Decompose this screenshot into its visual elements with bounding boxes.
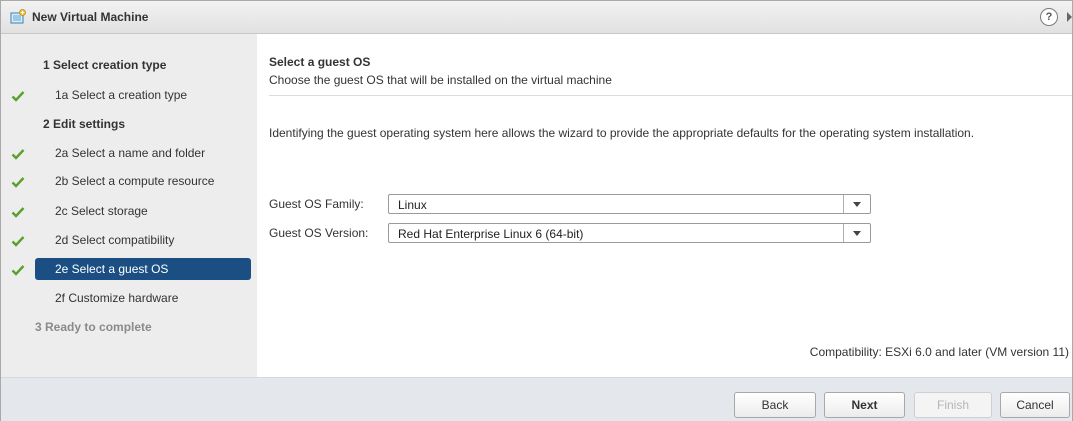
step-2d-select-compatibility[interactable]: 2d Select compatibility — [35, 229, 251, 251]
dialog-footer: Back Next Finish Cancel — [1, 377, 1072, 421]
intro-text: Identifying the guest operating system h… — [269, 126, 975, 140]
dialog-titlebar: New Virtual Machine ? — [1, 1, 1072, 34]
page-title: Select a guest OS — [269, 55, 371, 69]
guest-os-version-label: Guest OS Version: — [269, 226, 369, 240]
step-2e-select-guest-os[interactable]: 2e Select a guest OS — [35, 258, 251, 280]
new-vm-dialog: New Virtual Machine ? 1 Select creation … — [0, 0, 1073, 421]
wizard-content: Select a guest OS Choose the guest OS th… — [257, 34, 1072, 377]
step-1-select-creation-type[interactable]: 1 Select creation type — [43, 54, 166, 76]
step-2f-customize-hardware[interactable]: 2f Customize hardware — [35, 287, 251, 309]
step-2c-select-storage[interactable]: 2c Select storage — [35, 200, 251, 222]
check-icon — [11, 205, 25, 219]
back-button[interactable]: Back — [734, 392, 816, 418]
page-description: Choose the guest OS that will be install… — [269, 73, 612, 87]
dialog-title: New Virtual Machine — [32, 10, 149, 24]
chevron-down-icon — [853, 202, 861, 207]
step-2-edit-settings[interactable]: 2 Edit settings — [43, 113, 125, 135]
dropdown-button[interactable] — [843, 195, 870, 213]
check-icon — [11, 89, 25, 103]
step-1a-select-creation-type[interactable]: 1a Select a creation type — [35, 84, 251, 106]
guest-os-family-label: Guest OS Family: — [269, 197, 364, 211]
guest-os-family-value: Linux — [398, 198, 427, 212]
dropdown-button[interactable] — [843, 224, 870, 242]
new-vm-icon — [10, 9, 26, 25]
guest-os-family-select[interactable]: Linux — [388, 194, 871, 214]
guest-os-version-select[interactable]: Red Hat Enterprise Linux 6 (64-bit) — [388, 223, 871, 243]
next-button[interactable]: Next — [824, 392, 905, 418]
step-3-ready-to-complete: 3 Ready to complete — [35, 320, 152, 334]
guest-os-version-value: Red Hat Enterprise Linux 6 (64-bit) — [398, 227, 584, 241]
divider — [269, 95, 1072, 96]
check-icon — [11, 175, 25, 189]
help-icon[interactable]: ? — [1040, 8, 1058, 26]
check-icon — [11, 263, 25, 277]
step-2b-select-compute-resource[interactable]: 2b Select a compute resource — [35, 170, 251, 192]
check-icon — [11, 147, 25, 161]
wizard-steps-sidebar: 1 Select creation type 1a Select a creat… — [1, 34, 257, 377]
cancel-button[interactable]: Cancel — [1000, 392, 1070, 418]
finish-button: Finish — [914, 392, 992, 418]
chevron-down-icon — [853, 231, 861, 236]
compatibility-text: Compatibility: ESXi 6.0 and later (VM ve… — [809, 345, 1069, 359]
expand-arrow-icon[interactable] — [1067, 12, 1072, 22]
check-icon — [11, 234, 25, 248]
step-2a-select-name-and-folder[interactable]: 2a Select a name and folder — [35, 142, 251, 164]
